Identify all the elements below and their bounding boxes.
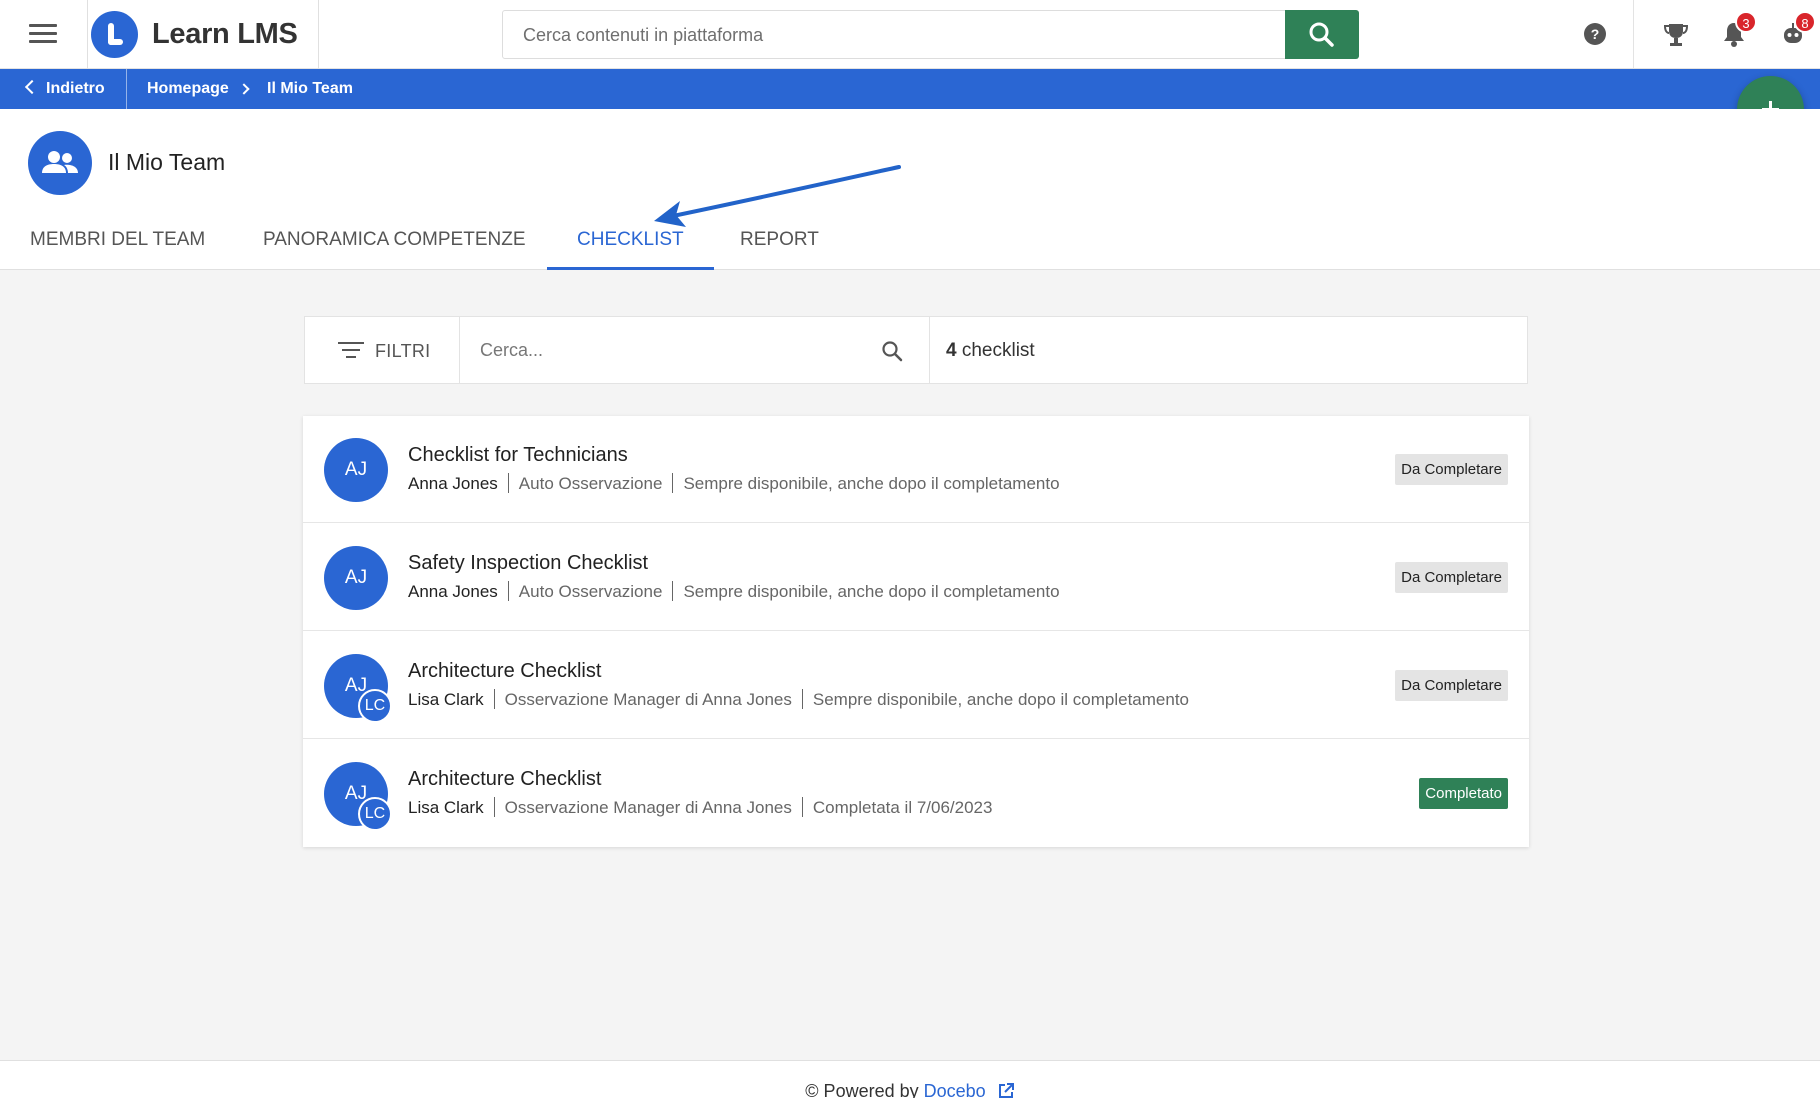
status-badge: Da Completare [1395, 562, 1508, 593]
search-icon [1309, 22, 1334, 47]
observer-name: Anna Jones [408, 474, 498, 493]
notifications-badge: 3 [1735, 11, 1757, 33]
global-search-input[interactable] [523, 23, 1283, 47]
tab-team-members[interactable]: MEMBRI DEL TEAM [0, 217, 235, 270]
checklist-title: Checklist for Technicians [408, 444, 628, 466]
breadcrumb-current: Il Mio Team [267, 80, 353, 97]
footer-prefix: © Powered by [805, 1081, 919, 1098]
annotation-arrow-icon [654, 165, 901, 227]
svg-text:?: ? [1591, 26, 1600, 42]
back-label: Indietro [46, 80, 105, 97]
logo-mark-icon [91, 11, 138, 58]
availability: Sempre disponibile, anche dopo il comple… [683, 474, 1060, 493]
availability: Sempre disponibile, anche dopo il comple… [683, 582, 1060, 601]
filters-button[interactable]: FILTRI [305, 317, 460, 383]
avatar-secondary: LC [358, 797, 392, 831]
status-badge: Completato [1419, 778, 1508, 809]
list-item[interactable]: AJ Safety Inspection Checklist Anna Jone… [303, 524, 1529, 631]
notifications-bell-icon[interactable]: 3 [1717, 11, 1757, 51]
count-label: checklist [961, 340, 1035, 361]
observer-name: Lisa Clark [408, 798, 484, 817]
global-search-button[interactable] [1285, 10, 1359, 59]
page-header: Il Mio Team MEMBRI DEL TEAM PANORAMICA C… [0, 109, 1820, 270]
observer-name: Anna Jones [408, 582, 498, 601]
top-divider [1633, 0, 1634, 69]
observation-type: Auto Osservazione [518, 474, 663, 493]
checklist-count: 4 checklist [946, 340, 1035, 362]
footer-brand-link[interactable]: Docebo [924, 1081, 986, 1098]
checklist-list: AJ Checklist for Technicians Anna Jones A… [303, 416, 1529, 847]
filters-label: FILTRI [375, 341, 431, 361]
filter-icon [338, 342, 364, 360]
observer-name: Lisa Clark [408, 690, 484, 709]
filter-bar: FILTRI 4 checklist [304, 316, 1528, 384]
checklist-search-input[interactable] [480, 337, 870, 363]
chevron-right-icon [238, 83, 250, 95]
checklist-meta: Lisa Clark Osservazione Manager di Anna J… [408, 689, 1189, 710]
breadcrumb-bar: Indietro Homepage Il Mio Team [0, 69, 1820, 109]
back-link[interactable]: Indietro [24, 69, 105, 109]
observation-type: Auto Osservazione [518, 582, 663, 601]
breadcrumb-divider [126, 69, 127, 109]
list-item[interactable]: AJ LC Architecture Checklist Lisa Clark O… [303, 740, 1529, 847]
search-icon[interactable] [880, 339, 904, 363]
avatar-secondary: LC [358, 689, 392, 723]
status-badge: Da Completare [1395, 670, 1508, 701]
checklist-title: Architecture Checklist [408, 660, 602, 682]
checklist-search [460, 317, 930, 383]
global-search [502, 10, 1359, 59]
tab-skills-overview[interactable]: PANORAMICA COMPETENZE [233, 217, 556, 270]
hamburger-menu-icon[interactable] [29, 24, 57, 46]
help-icon[interactable]: ? [1578, 17, 1612, 51]
availability: Sempre disponibile, anche dopo il comple… [812, 690, 1190, 709]
checklist-title: Architecture Checklist [408, 768, 602, 790]
list-item[interactable]: AJ LC Architecture Checklist Lisa Clark O… [303, 632, 1529, 739]
checklist-meta: Anna Jones Auto Osservazione Sempre dispon… [408, 473, 1060, 494]
breadcrumb-homepage[interactable]: Homepage [147, 69, 229, 109]
list-item[interactable]: AJ Checklist for Technicians Anna Jones A… [303, 416, 1529, 523]
observation-type: Osservazione Manager di Anna Jones [504, 798, 792, 817]
checklist-title: Safety Inspection Checklist [408, 552, 649, 574]
page-title: Il Mio Team [108, 149, 226, 175]
team-icon [28, 131, 92, 195]
checklist-meta: Lisa Clark Osservazione Manager di Anna J… [408, 797, 992, 818]
status-badge: Da Completare [1395, 454, 1508, 485]
footer: © Powered by Docebo [0, 1060, 1820, 1098]
avatar: AJ [324, 438, 388, 502]
app-title: Learn LMS [152, 18, 298, 50]
messages-badge: 8 [1794, 11, 1816, 33]
trophy-icon[interactable] [1659, 17, 1693, 51]
count-number: 4 [946, 340, 957, 361]
availability: Completata il 7/06/2023 [812, 798, 993, 817]
logo[interactable]: Learn LMS [87, 0, 319, 69]
checklist-meta: Anna Jones Auto Osservazione Sempre dispon… [408, 581, 1060, 602]
top-bar: Learn LMS ? 3 [0, 0, 1820, 69]
chevron-left-icon [24, 79, 40, 95]
observation-type: Osservazione Manager di Anna Jones [504, 690, 792, 709]
avatar: AJ [324, 546, 388, 610]
external-link-icon[interactable] [997, 1082, 1015, 1098]
messages-bot-icon[interactable]: 8 [1776, 11, 1816, 51]
